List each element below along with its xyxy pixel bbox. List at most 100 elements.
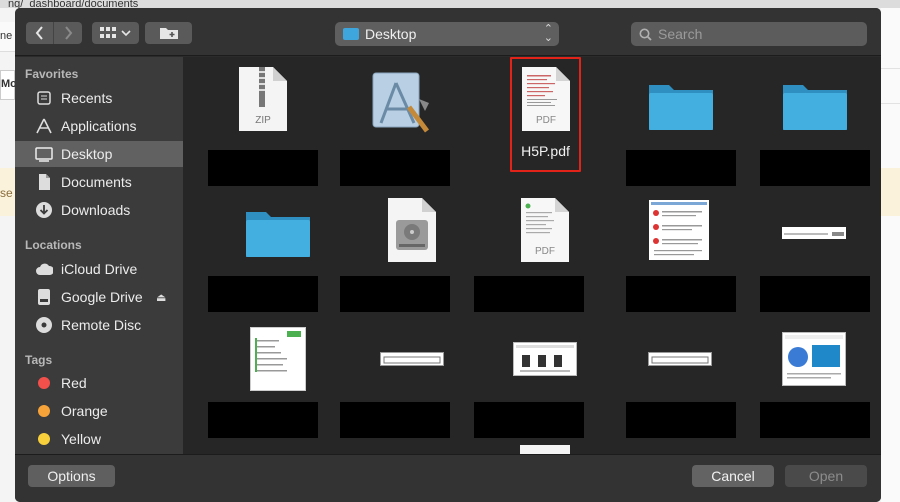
new-folder-button[interactable] — [145, 22, 192, 44]
sidebar-item-downloads[interactable]: Downloads — [15, 197, 183, 223]
folder-item[interactable] — [648, 81, 714, 131]
sidebar-item-label: Yellow — [61, 431, 101, 447]
folder-item[interactable] — [245, 208, 311, 258]
sidebar-item-tag-red[interactable]: Red — [15, 370, 183, 396]
locations-header: Locations — [25, 238, 82, 252]
redacted-filename — [626, 150, 736, 186]
view-mode-button[interactable] — [92, 22, 139, 44]
open-button[interactable]: Open — [785, 465, 867, 487]
search-input[interactable] — [658, 26, 848, 42]
sidebar-item-label: Remote Disc — [61, 317, 142, 333]
tags-header: Tags — [25, 353, 53, 367]
sidebar-item-label: Recents — [61, 90, 113, 106]
file-item-disk-image[interactable] — [387, 198, 437, 262]
sidebar-item-label: Red — [61, 375, 87, 391]
file-item-screenshot[interactable] — [782, 332, 846, 386]
chevron-left-icon — [35, 26, 43, 40]
disk-image-icon — [388, 198, 436, 262]
sidebar-item-tag-orange[interactable]: Orange — [15, 398, 183, 424]
location-label: Desktop — [365, 26, 417, 42]
redacted-filename — [474, 276, 584, 312]
background-text: se — [0, 186, 13, 200]
redacted-filename — [474, 402, 584, 438]
xcode-app-icon — [372, 72, 429, 133]
sidebar-item-label: iCloud Drive — [61, 261, 138, 277]
background-right-strip — [881, 8, 900, 502]
redacted-filename — [208, 402, 318, 438]
folder-icon — [783, 85, 847, 130]
dialog-toolbar: Desktop ⌃ ⌄ — [15, 8, 881, 56]
sidebar-item-desktop[interactable]: Desktop — [15, 141, 183, 167]
background-block: ne — [0, 22, 15, 52]
background-text: ne — [0, 30, 13, 42]
options-button[interactable]: Options — [28, 465, 115, 487]
file-item-partial[interactable] — [520, 445, 570, 454]
location-dropdown[interactable]: Desktop ⌃ ⌄ — [335, 22, 559, 46]
background-left-strip: ne Mo se — [0, 8, 17, 502]
chevron-down-icon — [121, 30, 131, 37]
file-type-label: PDF — [536, 115, 556, 126]
file-item-pdf[interactable]: PDF — [520, 198, 570, 262]
file-type-label: ZIP — [255, 115, 271, 126]
tag-dot-icon — [35, 430, 53, 448]
file-item-screenshot[interactable] — [380, 352, 444, 366]
sidebar-item-tag-yellow[interactable]: Yellow — [15, 426, 183, 452]
folder-icon — [343, 28, 359, 40]
search-icon — [639, 28, 652, 41]
file-open-dialog: Desktop ⌃⌄ Favorites Recents Application… — [15, 8, 881, 502]
back-forward-control — [26, 22, 82, 44]
redacted-filename — [340, 150, 450, 186]
sidebar-item-documents[interactable]: Documents — [15, 169, 183, 195]
sidebar: Favorites Recents Applications Desktop D… — [15, 57, 183, 454]
sidebar-item-label: Google Drive — [61, 289, 143, 305]
folder-icon — [246, 212, 310, 257]
sidebar-item-recents[interactable]: Recents — [15, 85, 183, 111]
redacted-filename — [760, 150, 870, 186]
background-banner — [881, 168, 900, 216]
eject-icon[interactable]: ⏏ — [156, 291, 166, 304]
background-block — [881, 68, 900, 104]
file-item-app[interactable] — [369, 69, 429, 133]
redacted-filename — [760, 402, 870, 438]
redacted-filename — [760, 276, 870, 312]
redacted-filename — [208, 276, 318, 312]
dialog-bottom-bar: Options Cancel Open — [15, 454, 881, 502]
back-button[interactable] — [26, 22, 54, 44]
background-address-bar: ng/_dashboard/documents — [0, 0, 900, 8]
cancel-button[interactable]: Cancel — [692, 465, 774, 487]
document-thumbnail — [255, 331, 301, 372]
downloads-icon — [35, 201, 53, 219]
file-item-zip[interactable]: ZIP — [237, 67, 289, 131]
file-item-screenshot[interactable] — [649, 200, 709, 260]
tag-dot-icon — [35, 374, 53, 392]
sidebar-item-remote-disc[interactable]: Remote Disc — [15, 312, 183, 338]
file-item-screenshot[interactable] — [250, 327, 306, 391]
disc-icon — [35, 316, 53, 334]
grid-view-icon — [100, 27, 116, 38]
selected-file-name: H5P.pdf — [521, 143, 570, 159]
document-thumbnail — [784, 232, 844, 236]
background-block: Mo — [0, 70, 17, 100]
cloud-icon — [35, 260, 53, 278]
file-grid: ZIP PDF H5P.pdf PDF — [183, 57, 881, 454]
sidebar-item-applications[interactable]: Applications — [15, 113, 183, 139]
file-item-screenshot[interactable] — [513, 342, 577, 376]
chevron-right-icon — [64, 26, 72, 40]
up-down-chevron-icon: ⌃ ⌄ — [543, 23, 553, 44]
file-item-screenshot[interactable] — [782, 227, 846, 239]
file-item-h5p-pdf[interactable]: PDF — [521, 67, 571, 131]
file-item-screenshot[interactable] — [648, 352, 712, 366]
sidebar-item-label: Desktop — [61, 146, 113, 162]
new-folder-icon — [159, 28, 178, 39]
favorites-header: Favorites — [25, 67, 79, 81]
desktop-icon — [35, 145, 53, 163]
redacted-filename — [208, 150, 318, 186]
document-thumbnail — [383, 356, 441, 364]
search-field[interactable] — [631, 22, 867, 46]
background-path-text: ng/_dashboard/documents — [8, 0, 139, 8]
forward-button[interactable] — [54, 22, 82, 44]
document-thumbnail — [651, 356, 709, 364]
sidebar-item-icloud-drive[interactable]: iCloud Drive — [15, 256, 183, 282]
folder-item[interactable] — [782, 81, 848, 131]
sidebar-item-label: Downloads — [61, 202, 131, 218]
